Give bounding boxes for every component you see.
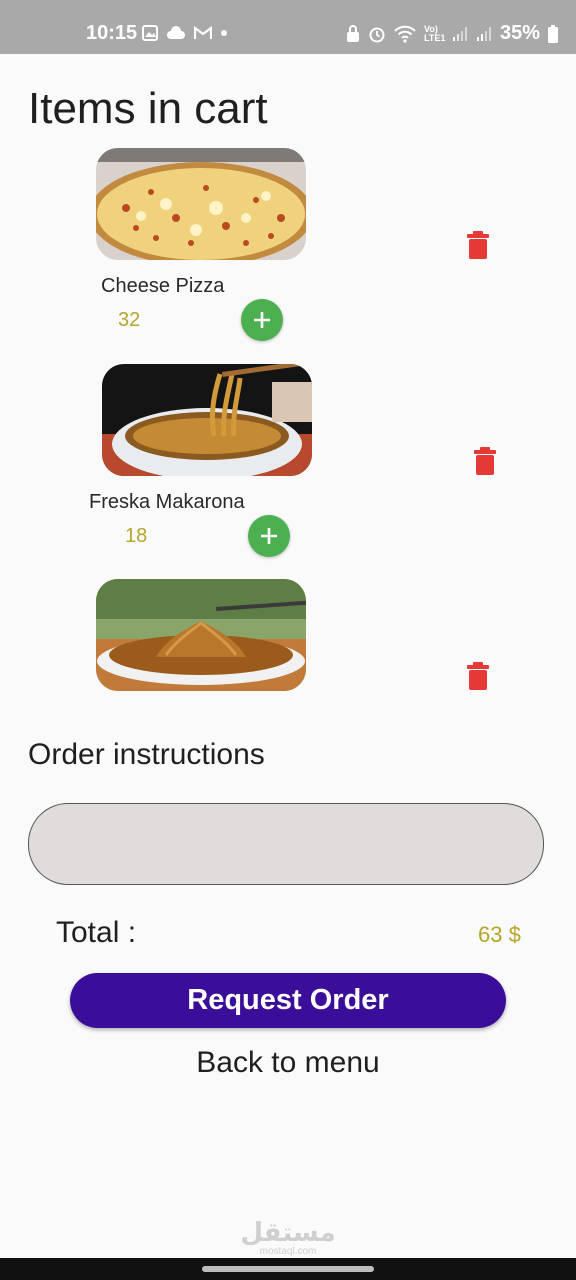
wifi-icon (394, 25, 416, 43)
trash-icon[interactable] (467, 662, 489, 690)
lock-icon (347, 24, 359, 42)
instructions-label: Order instructions (28, 738, 265, 771)
plus-icon (261, 528, 277, 544)
trash-icon[interactable] (474, 447, 496, 475)
pizza-image (96, 148, 306, 260)
volte-icon: Vo) LTE1 (424, 23, 446, 43)
total-value: 63 $ (478, 922, 521, 947)
dot-icon (221, 30, 227, 36)
add-button[interactable] (248, 515, 290, 557)
watermark-latin: mostaql.com (259, 1246, 317, 1257)
add-button[interactable] (241, 299, 283, 341)
item-price: 32 (118, 309, 141, 331)
status-time: 10:15 (86, 22, 138, 44)
gallery-icon (142, 25, 158, 41)
status-bar: 10:15 Vo) LTE1 35% (0, 0, 576, 54)
page-title: Items in cart (28, 84, 268, 133)
battery-percent: 35% (500, 22, 541, 44)
navigation-bar (0, 1258, 576, 1280)
alarm-icon (369, 27, 385, 42)
battery-icon (548, 24, 559, 43)
noodles-bowl-image (102, 364, 312, 476)
cloud-icon (167, 26, 185, 39)
signal-icon (453, 26, 467, 41)
total-label: Total : (56, 916, 137, 949)
watermark-arabic: مستقل (240, 1217, 336, 1247)
back-to-menu-link[interactable]: Back to menu (0, 1046, 576, 1080)
status-left-icons (142, 25, 228, 41)
plus-icon (254, 312, 270, 328)
signal-icon (477, 26, 491, 41)
instructions-input[interactable] (28, 803, 544, 885)
item-name: Cheese Pizza (101, 275, 225, 297)
watermark: مستقل mostaql.com (0, 1218, 576, 1257)
noodles-plate-image (96, 579, 306, 691)
home-handle[interactable] (202, 1266, 374, 1272)
trash-icon[interactable] (467, 231, 489, 259)
status-right-icons: Vo) LTE1 35% (346, 22, 559, 45)
request-order-button[interactable]: Request Order (70, 973, 506, 1028)
gmail-icon (194, 26, 212, 39)
item-price: 18 (125, 525, 148, 547)
item-name: Freska Makarona (89, 491, 245, 513)
